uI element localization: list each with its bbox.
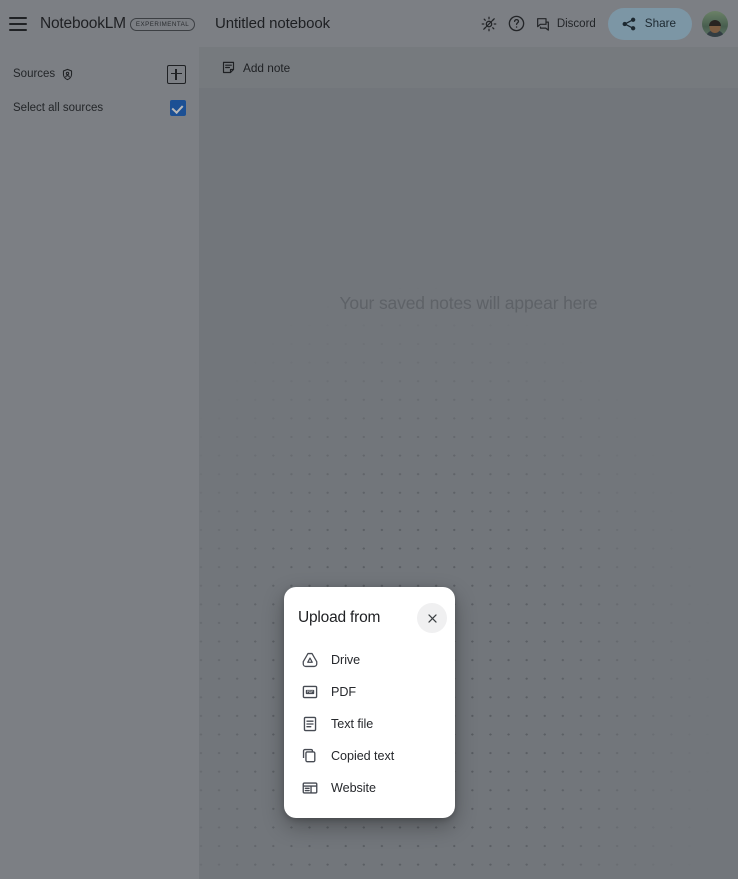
menu-item-label: Text file bbox=[331, 717, 374, 731]
menu-item-drive[interactable]: Drive bbox=[284, 644, 455, 676]
menu-item-label: PDF bbox=[331, 685, 357, 699]
upload-from-dialog: Upload from Drive PDF PDF Text file Copi… bbox=[284, 587, 455, 818]
menu-item-text-file[interactable]: Text file bbox=[284, 708, 455, 740]
close-icon[interactable] bbox=[417, 603, 447, 633]
text-file-icon bbox=[301, 715, 319, 733]
pdf-file-icon: PDF bbox=[301, 683, 319, 701]
google-drive-icon bbox=[301, 651, 319, 669]
menu-item-pdf[interactable]: PDF PDF bbox=[284, 676, 455, 708]
menu-item-website[interactable]: Website bbox=[284, 772, 455, 804]
upload-source-menu: Drive PDF PDF Text file Copied text Webs… bbox=[284, 635, 455, 804]
copy-icon bbox=[301, 747, 319, 765]
menu-item-label: Website bbox=[331, 781, 376, 795]
menu-item-label: Copied text bbox=[331, 749, 395, 763]
svg-text:PDF: PDF bbox=[307, 690, 314, 694]
menu-item-label: Drive bbox=[331, 653, 361, 667]
dialog-header: Upload from bbox=[284, 587, 455, 635]
website-icon bbox=[301, 779, 319, 797]
dialog-title: Upload from bbox=[298, 609, 381, 626]
menu-item-copied-text[interactable]: Copied text bbox=[284, 740, 455, 772]
